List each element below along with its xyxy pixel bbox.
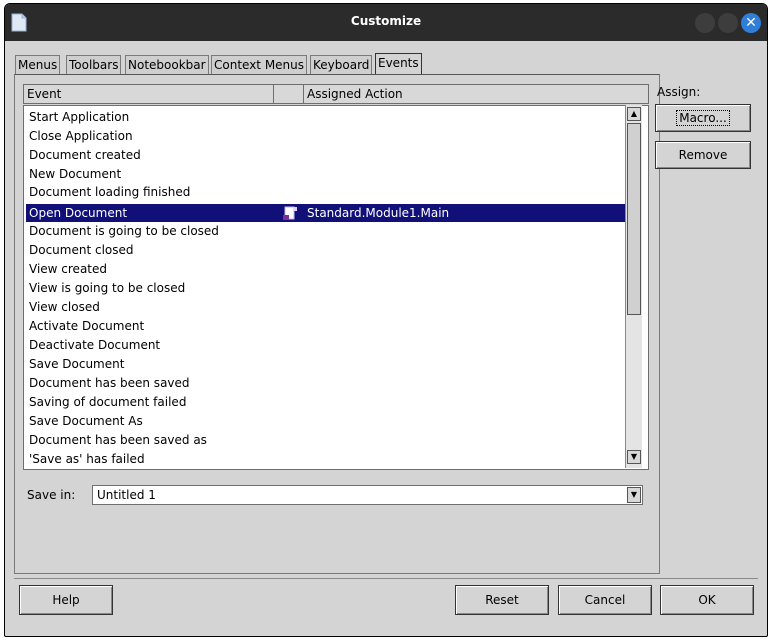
event-name: Document has been saved as xyxy=(29,433,207,447)
list-item[interactable]: New Document xyxy=(26,165,626,183)
minimize-button[interactable] xyxy=(695,13,715,33)
event-name: New Document xyxy=(29,167,122,181)
tab-keyboard[interactable]: Keyboard xyxy=(310,55,373,74)
ok-button[interactable]: OK xyxy=(660,585,754,615)
column-header-assigned-action[interactable]: Assigned Action xyxy=(304,85,648,103)
list-item[interactable]: Document closed xyxy=(26,241,626,259)
macro-button-label: Macro... xyxy=(676,110,730,126)
assign-label: Assign: xyxy=(657,85,701,99)
macro-icon xyxy=(283,206,297,220)
cancel-button[interactable]: Cancel xyxy=(558,585,652,615)
event-name: Save Document As xyxy=(29,414,143,428)
event-name: View created xyxy=(29,262,107,276)
event-name: Document has been saved xyxy=(29,376,190,390)
events-list[interactable]: Start Application Close Application Docu… xyxy=(23,105,649,470)
list-item[interactable]: View closed xyxy=(26,298,626,316)
tab-menus[interactable]: Menus xyxy=(15,55,61,74)
maximize-button[interactable] xyxy=(718,13,738,33)
list-item[interactable]: Document loading finished xyxy=(26,183,626,201)
event-name: Close Application xyxy=(29,129,133,143)
column-header-event[interactable]: Event xyxy=(24,85,274,103)
close-icon: ✕ xyxy=(745,15,757,31)
list-item-selected[interactable]: Open Document Standard.Module1.Main xyxy=(26,204,626,222)
title-bar[interactable]: Customize ✕ xyxy=(5,4,767,41)
event-name: View closed xyxy=(29,300,100,314)
window-title: Customize xyxy=(350,14,422,28)
event-name: Saving of document failed xyxy=(29,395,187,409)
arrow-up-icon: ▲ xyxy=(630,109,638,118)
arrow-down-icon: ▼ xyxy=(630,452,638,461)
scroll-down-button[interactable]: ▼ xyxy=(627,450,641,464)
list-item[interactable]: Start Application xyxy=(26,108,626,126)
event-name: 'Save as' has failed xyxy=(29,452,145,466)
tab-context-menus[interactable]: Context Menus xyxy=(211,55,308,74)
list-item[interactable]: View created xyxy=(26,260,626,278)
list-item[interactable]: Deactivate Document xyxy=(26,336,626,354)
scroll-up-button[interactable]: ▲ xyxy=(627,107,641,121)
list-item[interactable]: Document is going to be closed xyxy=(26,222,626,240)
list-item[interactable]: Save Document As xyxy=(26,412,626,430)
event-name: Document closed xyxy=(29,243,134,257)
list-item[interactable]: View is going to be closed xyxy=(26,279,626,297)
chevron-down-icon[interactable]: ▼ xyxy=(627,487,641,503)
close-button[interactable]: ✕ xyxy=(741,13,761,33)
list-item[interactable]: Save Document xyxy=(26,355,626,373)
save-in-label: Save in: xyxy=(27,488,76,502)
reset-button[interactable]: Reset xyxy=(455,585,549,615)
macro-button[interactable]: Macro... xyxy=(655,104,751,132)
remove-button[interactable]: Remove xyxy=(655,141,751,169)
list-item[interactable]: Document created xyxy=(26,146,626,164)
tab-events[interactable]: Events xyxy=(375,53,422,75)
event-name: Save Document xyxy=(29,357,125,371)
scroll-thumb[interactable] xyxy=(627,123,641,315)
column-header-icon[interactable] xyxy=(274,85,304,103)
event-name: Activate Document xyxy=(29,319,145,333)
event-name: Deactivate Document xyxy=(29,338,161,352)
assigned-action: Standard.Module1.Main xyxy=(307,206,450,220)
list-item[interactable]: Document has been saved as xyxy=(26,431,626,449)
customize-dialog: Customize ✕ Menus Toolbars Notebookbar C… xyxy=(4,3,768,637)
events-list-scrollbar[interactable]: ▲ ▼ xyxy=(625,105,642,468)
events-table-header: Event Assigned Action xyxy=(23,84,649,104)
save-in-value: Untitled 1 xyxy=(97,488,156,502)
footer-divider xyxy=(14,578,758,579)
event-name: Open Document xyxy=(29,206,128,220)
list-item[interactable]: Saving of document failed xyxy=(26,393,626,411)
event-name: Start Application xyxy=(29,110,130,124)
tab-toolbars[interactable]: Toolbars xyxy=(66,55,122,74)
list-item[interactable]: Close Application xyxy=(26,127,626,145)
list-item[interactable]: Document has been saved xyxy=(26,374,626,392)
event-name: Document loading finished xyxy=(29,185,191,199)
list-item[interactable]: Activate Document xyxy=(26,317,626,335)
help-button[interactable]: Help xyxy=(19,585,113,615)
list-item[interactable]: 'Save as' has failed xyxy=(26,450,626,468)
event-name: Document is going to be closed xyxy=(29,224,219,238)
event-name: View is going to be closed xyxy=(29,281,186,295)
save-in-select[interactable]: Untitled 1 ▼ xyxy=(92,485,643,505)
event-name: Document created xyxy=(29,148,141,162)
tab-notebookbar[interactable]: Notebookbar xyxy=(125,55,209,74)
